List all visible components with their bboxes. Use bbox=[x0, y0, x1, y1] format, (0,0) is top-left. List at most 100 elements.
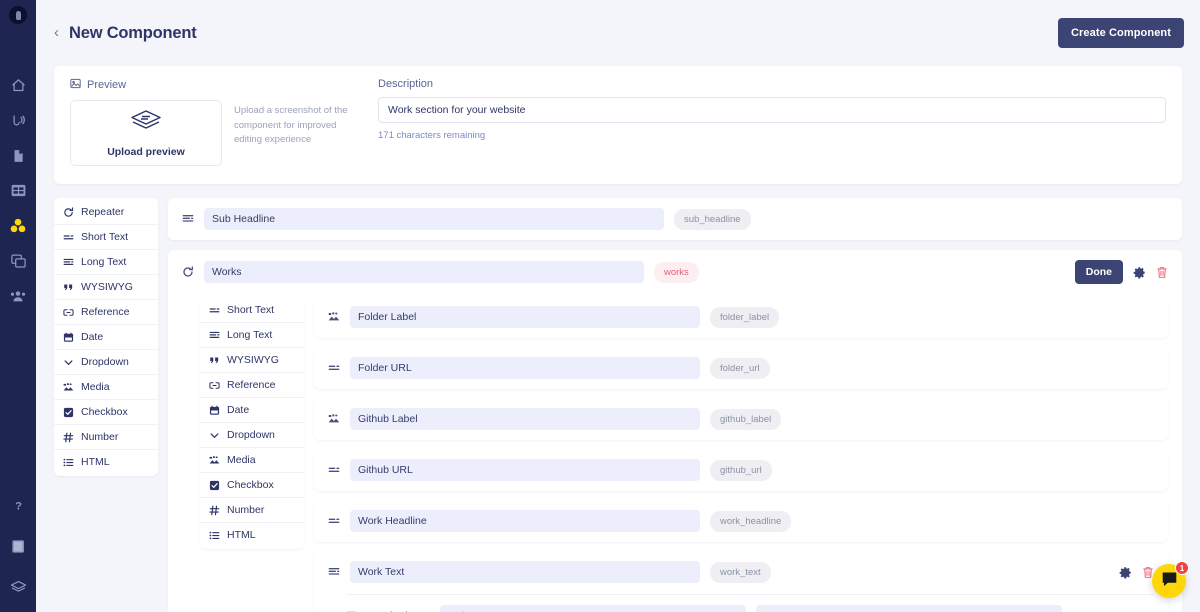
app-root: ? ‹ New Component Create Component Previ… bbox=[0, 0, 1200, 612]
chat-unread-badge: 1 bbox=[1175, 561, 1189, 575]
inner-type-option-long-text[interactable]: Long Text bbox=[200, 323, 304, 348]
repeater-key-pill: works bbox=[654, 261, 699, 283]
description-label: Description bbox=[378, 78, 434, 90]
inner-type-option-short-text[interactable]: Short Text bbox=[200, 298, 304, 323]
shorttext-icon bbox=[328, 362, 340, 374]
type-option-date[interactable]: Date bbox=[54, 325, 158, 350]
inner-type-option-dropdown[interactable]: Dropdown bbox=[200, 423, 304, 448]
nav-components[interactable] bbox=[0, 208, 36, 243]
nav-media[interactable] bbox=[0, 243, 36, 278]
field-row-work-headline: work_headline bbox=[314, 500, 1168, 542]
type-label: Number bbox=[227, 504, 265, 516]
inner-type-option-checkbox[interactable]: Checkbox bbox=[200, 473, 304, 498]
type-option-reference[interactable]: Reference bbox=[54, 300, 158, 325]
shorttext-icon bbox=[328, 464, 340, 476]
field-row-work-text-expanded: work_text bbox=[314, 551, 1168, 612]
type-label: HTML bbox=[227, 529, 256, 541]
builder-body: Repeater Short Text Long Text WYSIWYG Re… bbox=[36, 184, 1200, 612]
field-key-pill: github_label bbox=[710, 408, 782, 430]
page-title: New Component bbox=[69, 23, 197, 42]
type-label: WYSIWYG bbox=[81, 281, 133, 293]
help-text-input[interactable] bbox=[440, 605, 746, 612]
field-row-github-label: github_label bbox=[314, 398, 1168, 440]
type-option-number[interactable]: Number bbox=[54, 425, 158, 450]
primary-nav-rail: ? bbox=[0, 0, 36, 612]
nav-help[interactable]: ? bbox=[0, 486, 36, 526]
shorttext-icon bbox=[328, 515, 340, 527]
nav-docs[interactable] bbox=[0, 526, 36, 566]
type-option-checkbox[interactable]: Checkbox bbox=[54, 400, 158, 425]
gear-icon[interactable] bbox=[1119, 566, 1132, 579]
type-label: Date bbox=[227, 404, 250, 416]
repeater-card-works: works Done bbox=[168, 250, 1182, 612]
type-option-long-text[interactable]: Long Text bbox=[54, 250, 158, 275]
field-name-input[interactable] bbox=[350, 459, 700, 481]
inner-type-option-reference[interactable]: Reference bbox=[200, 373, 304, 398]
field-key-pill: work_text bbox=[710, 561, 771, 583]
description-input[interactable] bbox=[378, 97, 1166, 123]
avatar-glyph bbox=[15, 10, 21, 20]
type-option-html[interactable]: HTML bbox=[54, 450, 158, 474]
nav-layers[interactable] bbox=[0, 566, 36, 606]
type-label: Short Text bbox=[227, 304, 275, 316]
inner-type-option-media[interactable]: Media bbox=[200, 448, 304, 473]
inner-type-option-number[interactable]: Number bbox=[200, 498, 304, 523]
repeater-fields-list: folder_label folder_url bbox=[314, 296, 1168, 612]
type-label: Reference bbox=[81, 306, 130, 318]
type-label: Short Text bbox=[81, 231, 129, 243]
type-option-wysiwyg[interactable]: WYSIWYG bbox=[54, 275, 158, 300]
field-key-pill: folder_url bbox=[710, 357, 770, 379]
field-name-input[interactable] bbox=[350, 357, 700, 379]
type-label: Media bbox=[81, 381, 110, 393]
field-type-menu-inner: Short Text Long Text WYSIWYG Reference D… bbox=[200, 296, 304, 549]
media-icon bbox=[328, 311, 340, 323]
upload-preview-label: Upload preview bbox=[107, 146, 185, 158]
preview-column: Preview Upload preview bbox=[70, 78, 222, 166]
field-name-input[interactable] bbox=[350, 408, 700, 430]
inner-type-option-wysiwyg[interactable]: WYSIWYG bbox=[200, 348, 304, 373]
field-name-input[interactable] bbox=[350, 306, 700, 328]
svg-text:?: ? bbox=[15, 500, 22, 512]
nav-broadcast[interactable] bbox=[0, 103, 36, 138]
repeater-done-button[interactable]: Done bbox=[1074, 260, 1123, 284]
longtext-icon bbox=[328, 566, 340, 578]
type-label: Reference bbox=[227, 379, 276, 391]
repeater-header: works Done bbox=[182, 260, 1168, 284]
type-label: Repeater bbox=[81, 206, 125, 218]
repeater-body: Short Text Long Text WYSIWYG Reference D… bbox=[182, 284, 1168, 612]
create-component-button[interactable]: Create Component bbox=[1058, 18, 1184, 48]
field-name-input[interactable] bbox=[350, 510, 700, 532]
type-option-media[interactable]: Media bbox=[54, 375, 158, 400]
type-option-repeater[interactable]: Repeater bbox=[54, 200, 158, 225]
nav-documents[interactable] bbox=[0, 138, 36, 173]
inner-type-option-date[interactable]: Date bbox=[200, 398, 304, 423]
longtext-icon bbox=[182, 213, 194, 225]
inner-type-option-html[interactable]: HTML bbox=[200, 523, 304, 547]
repeater-name-input[interactable] bbox=[204, 261, 644, 283]
settings-row-required: Required? Long Text ▾ bbox=[328, 595, 1154, 612]
type-label: Number bbox=[81, 431, 119, 443]
description-column: Description 171 characters remaining bbox=[354, 78, 1166, 166]
upload-preview-dropzone[interactable]: Upload preview bbox=[70, 100, 222, 166]
chevron-left-icon[interactable]: ‹ bbox=[54, 25, 59, 42]
field-row-github-url: github_url bbox=[314, 449, 1168, 491]
field-key-pill: work_headline bbox=[710, 510, 792, 532]
type-option-short-text[interactable]: Short Text bbox=[54, 225, 158, 250]
field-name-input[interactable] bbox=[350, 561, 700, 583]
nav-users[interactable] bbox=[0, 278, 36, 313]
chat-launcher-button[interactable]: 1 bbox=[1152, 561, 1189, 598]
field-name-input[interactable] bbox=[204, 208, 664, 230]
trash-icon[interactable] bbox=[1156, 266, 1168, 279]
field-type-select[interactable]: Long Text ▾ bbox=[756, 605, 1062, 612]
field-row-folder-url: folder_url bbox=[314, 347, 1168, 389]
gear-icon[interactable] bbox=[1133, 266, 1146, 279]
nav-collections[interactable] bbox=[0, 173, 36, 208]
nav-home[interactable] bbox=[0, 68, 36, 103]
type-option-dropdown[interactable]: Dropdown bbox=[54, 350, 158, 375]
field-key-pill: github_url bbox=[710, 459, 772, 481]
field-key-pill: sub_headline bbox=[674, 208, 751, 230]
preview-header: Preview bbox=[70, 78, 222, 92]
media-icon bbox=[328, 413, 340, 425]
type-label: WYSIWYG bbox=[227, 354, 279, 366]
user-avatar[interactable] bbox=[9, 6, 27, 24]
